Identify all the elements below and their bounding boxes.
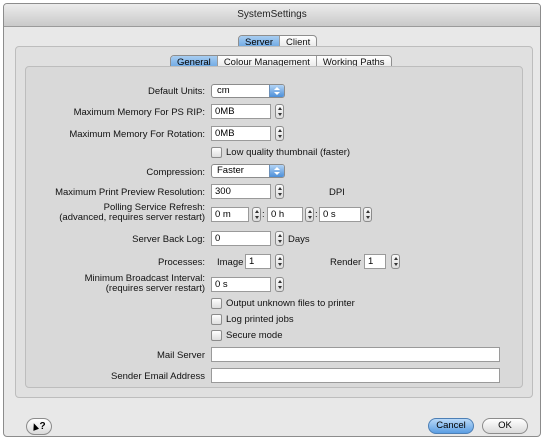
min-broadcast-interval-stepper[interactable]	[275, 277, 284, 292]
image-processes-label: Image	[217, 257, 244, 268]
image-processes-field[interactable]: 1	[245, 254, 271, 269]
cancel-button[interactable]: Cancel	[428, 418, 474, 434]
server-back-log-label: Server Back Log:	[132, 234, 205, 245]
polling-hours-field[interactable]: 0 h	[267, 207, 303, 222]
help-button[interactable]: ?	[26, 418, 52, 435]
popup-arrows-icon	[269, 85, 284, 97]
processes-label: Processes:	[158, 257, 205, 268]
polling-seconds-stepper[interactable]	[363, 207, 372, 222]
max-memory-rotation-stepper[interactable]	[275, 126, 284, 141]
compression-value: Faster	[217, 165, 244, 176]
render-processes-label: Render	[330, 257, 362, 268]
secure-mode-checkbox[interactable]	[211, 330, 222, 341]
default-units-select[interactable]: cm	[211, 84, 285, 98]
popup-arrows-icon	[269, 165, 284, 177]
mail-server-label: Mail Server	[156, 350, 205, 361]
max-memory-ps-rip-stepper[interactable]	[275, 104, 284, 119]
sender-email-field[interactable]	[211, 368, 500, 383]
min-broadcast-label-line2: (requires server restart)	[105, 283, 205, 294]
render-processes-stepper[interactable]	[391, 254, 400, 269]
server-back-log-field[interactable]: 0	[211, 231, 271, 246]
max-memory-ps-rip-field[interactable]: 0MB	[211, 104, 271, 119]
window-title: SystemSettings	[4, 4, 540, 27]
max-preview-resolution-label: Maximum Print Preview Resolution:	[55, 187, 205, 198]
log-printed-jobs-label: Log printed jobs	[226, 314, 294, 325]
min-broadcast-interval-label: Minimum Broadcast Interval: (requires se…	[85, 274, 205, 294]
low-quality-thumbnail-checkbox[interactable]	[211, 147, 222, 158]
polling-separator-2: :	[315, 209, 318, 220]
output-unknown-files-checkbox[interactable]	[211, 298, 222, 309]
max-memory-rotation-label: Maximum Memory For Rotation:	[69, 129, 205, 140]
help-question-mark: ?	[39, 421, 46, 432]
polling-refresh-label: Polling Service Refresh: (advanced, requ…	[59, 203, 205, 223]
secure-mode-label: Secure mode	[226, 330, 283, 341]
mail-server-field[interactable]	[211, 347, 500, 362]
default-units-label: Default Units:	[147, 86, 205, 97]
default-units-value: cm	[217, 85, 230, 96]
system-settings-window: SystemSettings Server Client General Col…	[3, 3, 541, 437]
log-printed-jobs-checkbox[interactable]	[211, 314, 222, 325]
min-broadcast-interval-field[interactable]: 0 s	[211, 277, 271, 292]
max-memory-rotation-field[interactable]: 0MB	[211, 126, 271, 141]
polling-minutes-field[interactable]: 0 m	[211, 207, 249, 222]
dpi-unit-label: DPI	[329, 187, 345, 198]
image-processes-stepper[interactable]	[275, 254, 284, 269]
max-preview-resolution-field[interactable]: 300	[211, 184, 271, 199]
polling-minutes-stepper[interactable]	[252, 207, 261, 222]
server-back-log-stepper[interactable]	[275, 231, 284, 246]
max-preview-resolution-stepper[interactable]	[275, 184, 284, 199]
polling-seconds-field[interactable]: 0 s	[319, 207, 361, 222]
render-processes-field[interactable]: 1	[364, 254, 386, 269]
low-quality-thumbnail-label: Low quality thumbnail (faster)	[226, 147, 351, 158]
output-unknown-files-label: Output unknown files to printer	[226, 298, 355, 309]
days-unit-label: Days	[288, 234, 310, 245]
polling-hours-stepper[interactable]	[305, 207, 314, 222]
ok-button[interactable]: OK	[482, 418, 528, 434]
polling-separator-1: :	[262, 209, 265, 220]
max-memory-ps-rip-label: Maximum Memory For PS RIP:	[73, 107, 205, 118]
compression-label: Compression:	[146, 167, 205, 178]
compression-select[interactable]: Faster	[211, 164, 285, 178]
sender-email-label: Sender Email Address	[111, 371, 205, 382]
polling-refresh-label-line2: (advanced, requires server restart)	[59, 212, 205, 223]
